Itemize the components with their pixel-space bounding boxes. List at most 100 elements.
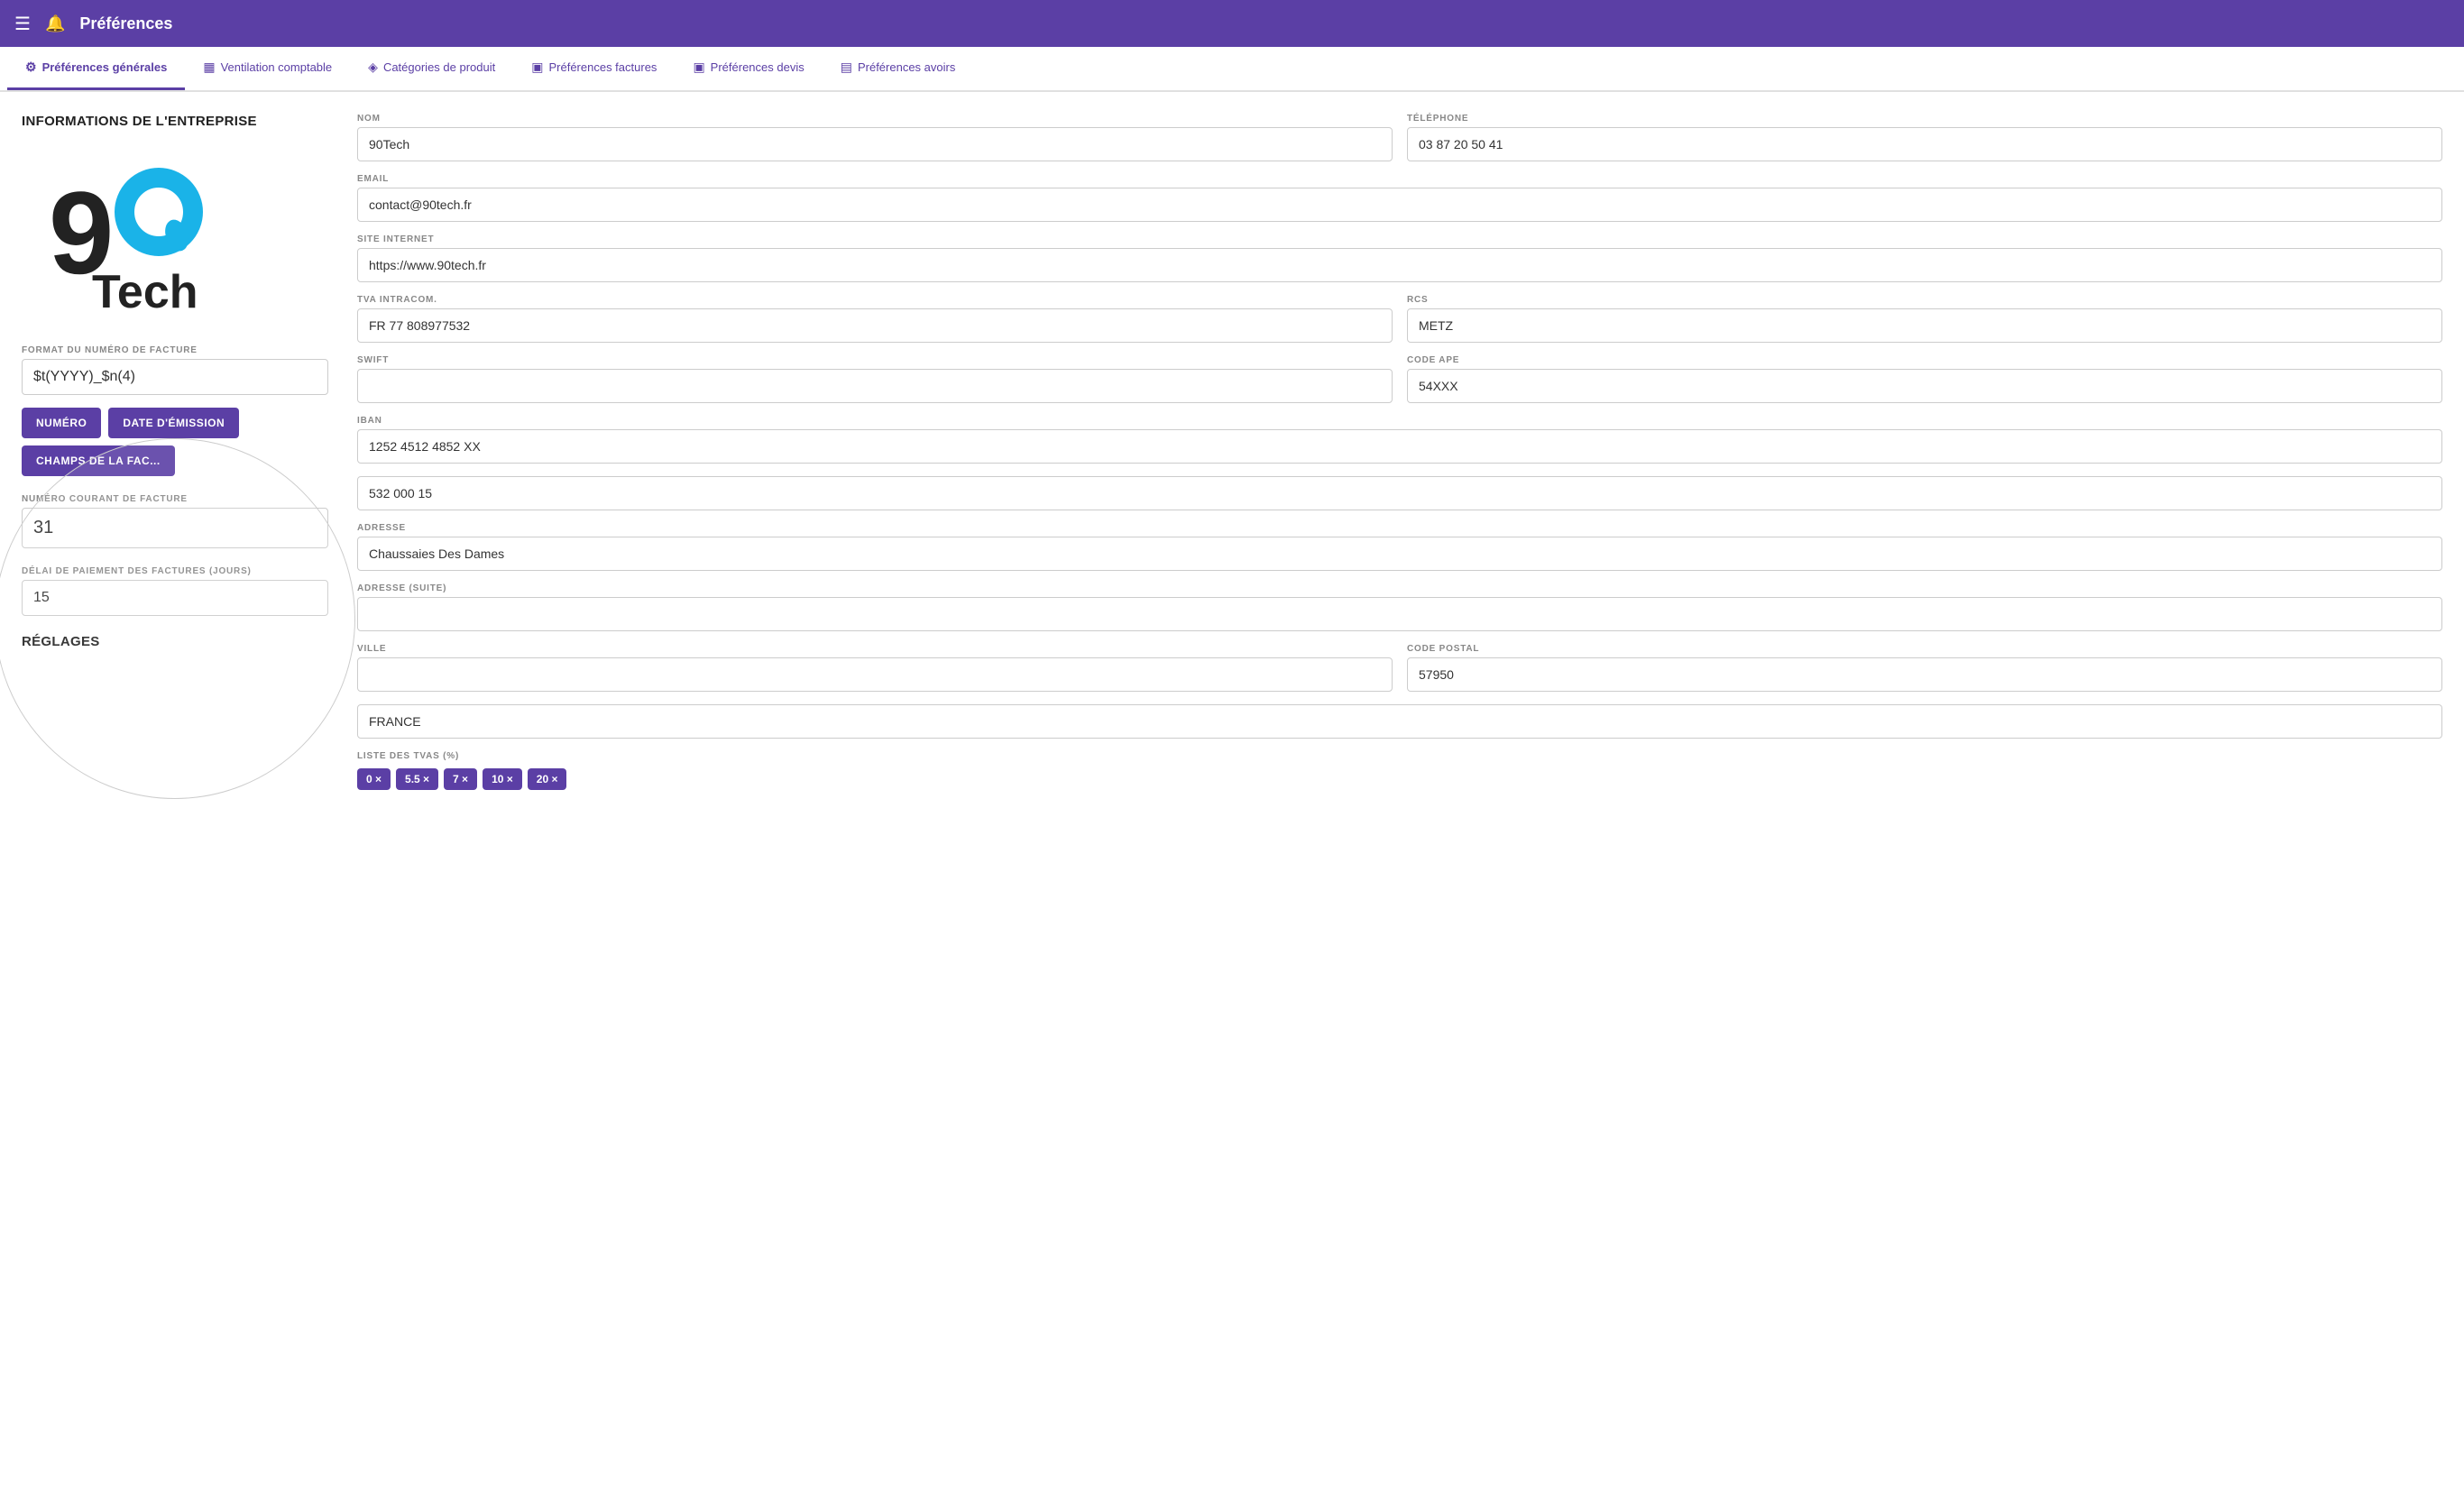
tab-generales-label: Préférences générales — [42, 60, 168, 74]
tab-factures[interactable]: ▣ Préférences factures — [513, 47, 675, 90]
tab-avoirs[interactable]: ▤ Préférences avoirs — [823, 47, 974, 90]
devis-icon: ▣ — [693, 60, 704, 75]
numero-button[interactable]: NUMÉRO — [22, 408, 101, 438]
swift-input[interactable] — [357, 369, 1393, 403]
delai-label: DÉLAI DE PAIEMENT DES FACTURES (JOURS) — [22, 566, 328, 576]
adresse-suite-label: ADRESSE (SUITE) — [357, 583, 2442, 593]
format-section: FORMAT DU NUMÉRO DE FACTURE NUMÉRO DATE … — [22, 345, 328, 616]
tab-categories[interactable]: ◈ Catégories de produit — [350, 47, 513, 90]
row-nom-tel: NOM TÉLÉPHONE — [357, 114, 2442, 161]
format-buttons: NUMÉRO DATE D'ÉMISSION CHAMPS DE LA FAC.… — [22, 408, 328, 476]
group-email: EMAIL — [357, 174, 2442, 222]
tab-avoirs-label: Préférences avoirs — [858, 60, 955, 74]
tva-badge-20[interactable]: 20 × — [528, 768, 567, 790]
format-input[interactable] — [22, 359, 328, 395]
nom-label: NOM — [357, 114, 1393, 124]
numero-courant-label: NUMÉRO COURANT DE FACTURE — [22, 494, 328, 504]
row-pays — [357, 704, 2442, 739]
reglages-section: RÉGLAGES — [22, 634, 328, 649]
row-adresse: ADRESSE — [357, 523, 2442, 571]
adresse-input[interactable] — [357, 537, 2442, 571]
row-ville-cp: VILLE CODE POSTAL — [357, 644, 2442, 692]
group-nom: NOM — [357, 114, 1393, 161]
row-site: SITE INTERNET — [357, 234, 2442, 282]
iban-input[interactable] — [357, 429, 2442, 464]
ville-input[interactable] — [357, 657, 1393, 692]
tva-badge-10[interactable]: 10 × — [483, 768, 522, 790]
avoirs-icon: ▤ — [841, 60, 852, 75]
left-panel: INFORMATIONS DE L'ENTREPRISE 9 Tech FORM… — [22, 114, 328, 1475]
tab-factures-label: Préférences factures — [548, 60, 657, 74]
code-ape-label: CODE APE — [1407, 355, 2442, 365]
row-adresse-suite: ADRESSE (SUITE) — [357, 583, 2442, 631]
page-title: Préférences — [79, 14, 172, 33]
row-iban: IBAN — [357, 416, 2442, 464]
right-panel: NOM TÉLÉPHONE EMAIL SITE INTERNET — [357, 114, 2442, 1475]
group-swift: SWIFT — [357, 355, 1393, 403]
tva-badge-7[interactable]: 7 × — [444, 768, 477, 790]
tva-intracom-label: TVA INTRACOM. — [357, 295, 1393, 305]
swift-label: SWIFT — [357, 355, 1393, 365]
group-adresse-suite: ADRESSE (SUITE) — [357, 583, 2442, 631]
tva-badge-20-label: 20 × — [537, 773, 558, 785]
nom-input[interactable] — [357, 127, 1393, 161]
code-postal-label: CODE POSTAL — [1407, 644, 2442, 654]
tva-intracom-input[interactable] — [357, 308, 1393, 343]
group-iban: IBAN — [357, 416, 2442, 464]
tva-badges-container: 0 × 5.5 × 7 × 10 × 20 × — [357, 768, 2442, 790]
factures-icon: ▣ — [531, 60, 543, 75]
telephone-input[interactable] — [1407, 127, 2442, 161]
group-siret — [357, 476, 2442, 510]
adresse-label: ADRESSE — [357, 523, 2442, 533]
code-postal-input[interactable] — [1407, 657, 2442, 692]
group-ville: VILLE — [357, 644, 1393, 692]
ventilation-icon: ▦ — [203, 60, 215, 75]
group-adresse: ADRESSE — [357, 523, 2442, 571]
numero-courant-input[interactable] — [22, 508, 328, 548]
adresse-suite-input[interactable] — [357, 597, 2442, 631]
tva-badge-0[interactable]: 0 × — [357, 768, 391, 790]
main-content: INFORMATIONS DE L'ENTREPRISE 9 Tech FORM… — [0, 92, 2464, 1497]
champs-facture-button[interactable]: CHAMPS DE LA FAC... — [22, 445, 175, 476]
site-label: SITE INTERNET — [357, 234, 2442, 244]
tab-generales[interactable]: ⚙ Préférences générales — [7, 47, 185, 90]
row-swift-ape: SWIFT CODE APE — [357, 355, 2442, 403]
tab-categories-label: Catégories de produit — [383, 60, 495, 74]
ville-label: VILLE — [357, 644, 1393, 654]
iban-label: IBAN — [357, 416, 2442, 426]
email-label: EMAIL — [357, 174, 2442, 184]
group-site: SITE INTERNET — [357, 234, 2442, 282]
tva-badge-7-label: 7 × — [453, 773, 468, 785]
tab-ventilation[interactable]: ▦ Ventilation comptable — [185, 47, 350, 90]
group-tva-intracom: TVA INTRACOM. — [357, 295, 1393, 343]
group-pays — [357, 704, 2442, 739]
group-tvas: LISTE DES TVAS (%) 0 × 5.5 × 7 × 10 × — [357, 751, 2442, 790]
rcs-input[interactable] — [1407, 308, 2442, 343]
tva-badge-55-label: 5.5 × — [405, 773, 429, 785]
delai-input[interactable] — [22, 580, 328, 616]
tab-ventilation-label: Ventilation comptable — [221, 60, 333, 74]
tab-devis[interactable]: ▣ Préférences devis — [675, 47, 822, 90]
bell-icon[interactable]: 🔔 — [45, 14, 65, 33]
pays-input[interactable] — [357, 704, 2442, 739]
menu-icon[interactable]: ☰ — [14, 13, 31, 35]
tva-badge-10-label: 10 × — [492, 773, 513, 785]
site-input[interactable] — [357, 248, 2442, 282]
tab-devis-label: Préférences devis — [711, 60, 804, 74]
group-rcs: RCS — [1407, 295, 2442, 343]
email-input[interactable] — [357, 188, 2442, 222]
gear-icon: ⚙ — [25, 60, 37, 75]
tva-badge-55[interactable]: 5.5 × — [396, 768, 438, 790]
rcs-label: RCS — [1407, 295, 2442, 305]
svg-text:Tech: Tech — [92, 266, 198, 318]
code-ape-input[interactable] — [1407, 369, 2442, 403]
group-code-ape: CODE APE — [1407, 355, 2442, 403]
tvas-label: LISTE DES TVAS (%) — [357, 751, 2442, 761]
group-telephone: TÉLÉPHONE — [1407, 114, 2442, 161]
header: ☰ 🔔 Préférences — [0, 0, 2464, 47]
date-emission-button[interactable]: DATE D'ÉMISSION — [108, 408, 239, 438]
tva-badge-0-label: 0 × — [366, 773, 382, 785]
row-email: EMAIL — [357, 174, 2442, 222]
company-logo: 9 Tech — [22, 147, 238, 327]
siret-input[interactable] — [357, 476, 2442, 510]
